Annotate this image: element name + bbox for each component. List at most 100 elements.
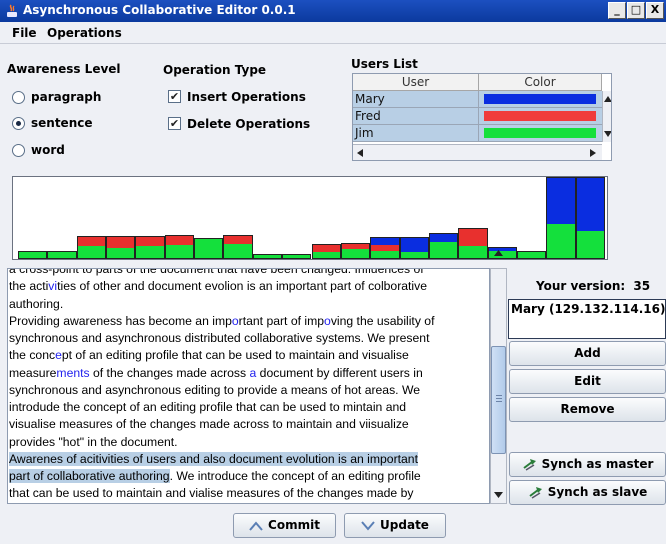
document-line[interactable]: authoring. [9,296,489,313]
document-line[interactable]: synchronous and asynchronous editing to … [9,382,489,399]
column-header-color[interactable]: Color [479,74,602,91]
histogram-bar [194,238,224,259]
menu-operations[interactable]: Operations [47,26,122,40]
radio-word[interactable] [12,144,25,157]
document-line[interactable]: provides "hot" in the document. [9,434,489,451]
cell-divider [478,91,479,108]
menu-file[interactable]: File [12,26,37,40]
histogram-bar [546,177,576,259]
scroll-right-arrow-icon[interactable] [590,149,596,157]
scroll-up-arrow-icon[interactable] [494,250,503,256]
document-editor[interactable]: a cross-point to parts of the document t… [7,268,490,504]
users-list-heading: Users List [351,57,418,71]
document-line[interactable]: Providing awareness has become an import… [9,313,489,330]
add-button[interactable]: Add [509,341,666,366]
histogram-bar [76,235,107,259]
histogram-segment-green [165,244,194,258]
histogram-segment-red [224,235,252,244]
document-line[interactable]: synchronous and asynchronous distributed… [9,330,489,347]
update-label: Update [380,518,429,532]
histogram-segment-blue [400,237,428,253]
radio-sentence[interactable] [12,117,25,130]
insert-operations-label: Insert Operations [187,90,306,104]
radio-word-label: word [31,143,65,157]
delete-operations-checkbox[interactable]: ✔ [168,117,181,130]
document-text[interactable]: a cross-point to parts of the document t… [9,269,489,503]
histogram-segment-green [547,224,575,258]
awareness-level-heading: Awareness Level [7,62,121,76]
histogram-segment-green [400,252,428,258]
document-line[interactable]: part of collaborative authoring. We intr… [9,468,489,485]
document-line[interactable]: the activities of other and document evo… [9,278,489,295]
scrollbar-thumb[interactable] [491,346,506,454]
users-vertical-scrollbar[interactable] [602,91,612,142]
histogram-segment-green [341,248,370,258]
histogram-segment-red [165,235,194,245]
commit-button[interactable]: Commit [233,513,336,538]
scroll-down-arrow-icon[interactable] [604,131,612,137]
document-line[interactable]: visualise measures of the changes made a… [9,416,489,433]
histogram-segment-green [19,251,47,258]
user-color-swatch [484,111,596,121]
column-header-user[interactable]: User [353,74,479,91]
document-line[interactable]: introdude the concept of an editing prof… [9,399,489,416]
histogram-segment-red [459,228,487,247]
version-list-item[interactable]: Mary (129.132.114.16) [511,302,665,316]
synch-arrows-icon [529,486,542,499]
histogram-bar [135,235,165,259]
histogram-bar [223,234,253,259]
version-number: 35 [633,279,651,293]
histogram-bar [399,236,429,259]
histogram-segment-red [107,236,135,249]
document-line[interactable]: that can be used to maintain and vialise… [9,485,489,502]
edit-button[interactable]: Edit [509,369,666,394]
histogram-bar [311,244,341,259]
histogram-segment-red [77,236,106,246]
histogram-segment-green [283,254,311,258]
scroll-left-arrow-icon[interactable] [357,149,363,157]
user-row[interactable]: Fred [353,108,602,125]
histogram-bar [164,234,195,259]
user-row[interactable]: Mary [353,91,602,108]
title-bar[interactable]: Asynchronous Collaborative Editor 0.0.1 … [0,0,666,22]
minimize-button[interactable]: _ [608,2,626,19]
chevron-down-icon [361,520,375,531]
version-list[interactable]: Mary (129.132.114.16) [508,299,666,339]
histogram-segment-green [517,251,546,258]
synch-as-master-button[interactable]: Synch as master [509,452,666,477]
document-scrollbar[interactable] [490,246,507,504]
document-line[interactable]: a cross-point to parts of the document t… [9,269,489,278]
synch-as-slave-button[interactable]: Synch as slave [509,480,666,505]
histogram-segment-green [576,231,604,258]
user-row[interactable]: Jim [353,125,602,142]
close-button[interactable]: X [646,2,664,19]
document-line[interactable]: the concept of an editing profile that c… [9,347,489,364]
cell-divider [478,108,479,125]
remove-button[interactable]: Remove [509,397,666,422]
histogram-bar [428,232,459,259]
users-horizontal-scrollbar[interactable] [353,144,602,160]
menu-bar: File Operations [0,22,666,44]
document-line[interactable]: measurements of the changes made across … [9,365,489,382]
commit-label: Commit [268,518,320,532]
histogram-segment-blue [547,178,575,225]
maximize-button[interactable]: □ [627,2,645,19]
scroll-down-arrow-icon[interactable] [494,492,503,498]
histogram-segment-green [195,239,223,258]
document-line[interactable]: Awarenes of acitivities of users and als… [9,451,489,468]
java-app-icon [7,4,17,17]
histogram-segment-green [107,248,135,258]
scroll-up-arrow-icon[interactable] [604,96,612,102]
user-name: Fred [355,109,381,123]
histogram-bar [370,236,400,259]
histogram-segment-blue [576,178,604,232]
radio-paragraph-label: paragraph [31,90,102,104]
histogram-bar [516,250,547,259]
radio-paragraph[interactable] [12,91,25,104]
histogram-bar [575,177,605,259]
users-table: User Color Mary Fred Jim [352,73,612,161]
histogram-segment-green [77,245,106,258]
histogram-bar [340,243,371,259]
insert-operations-checkbox[interactable]: ✔ [168,90,181,103]
update-button[interactable]: Update [344,513,446,538]
